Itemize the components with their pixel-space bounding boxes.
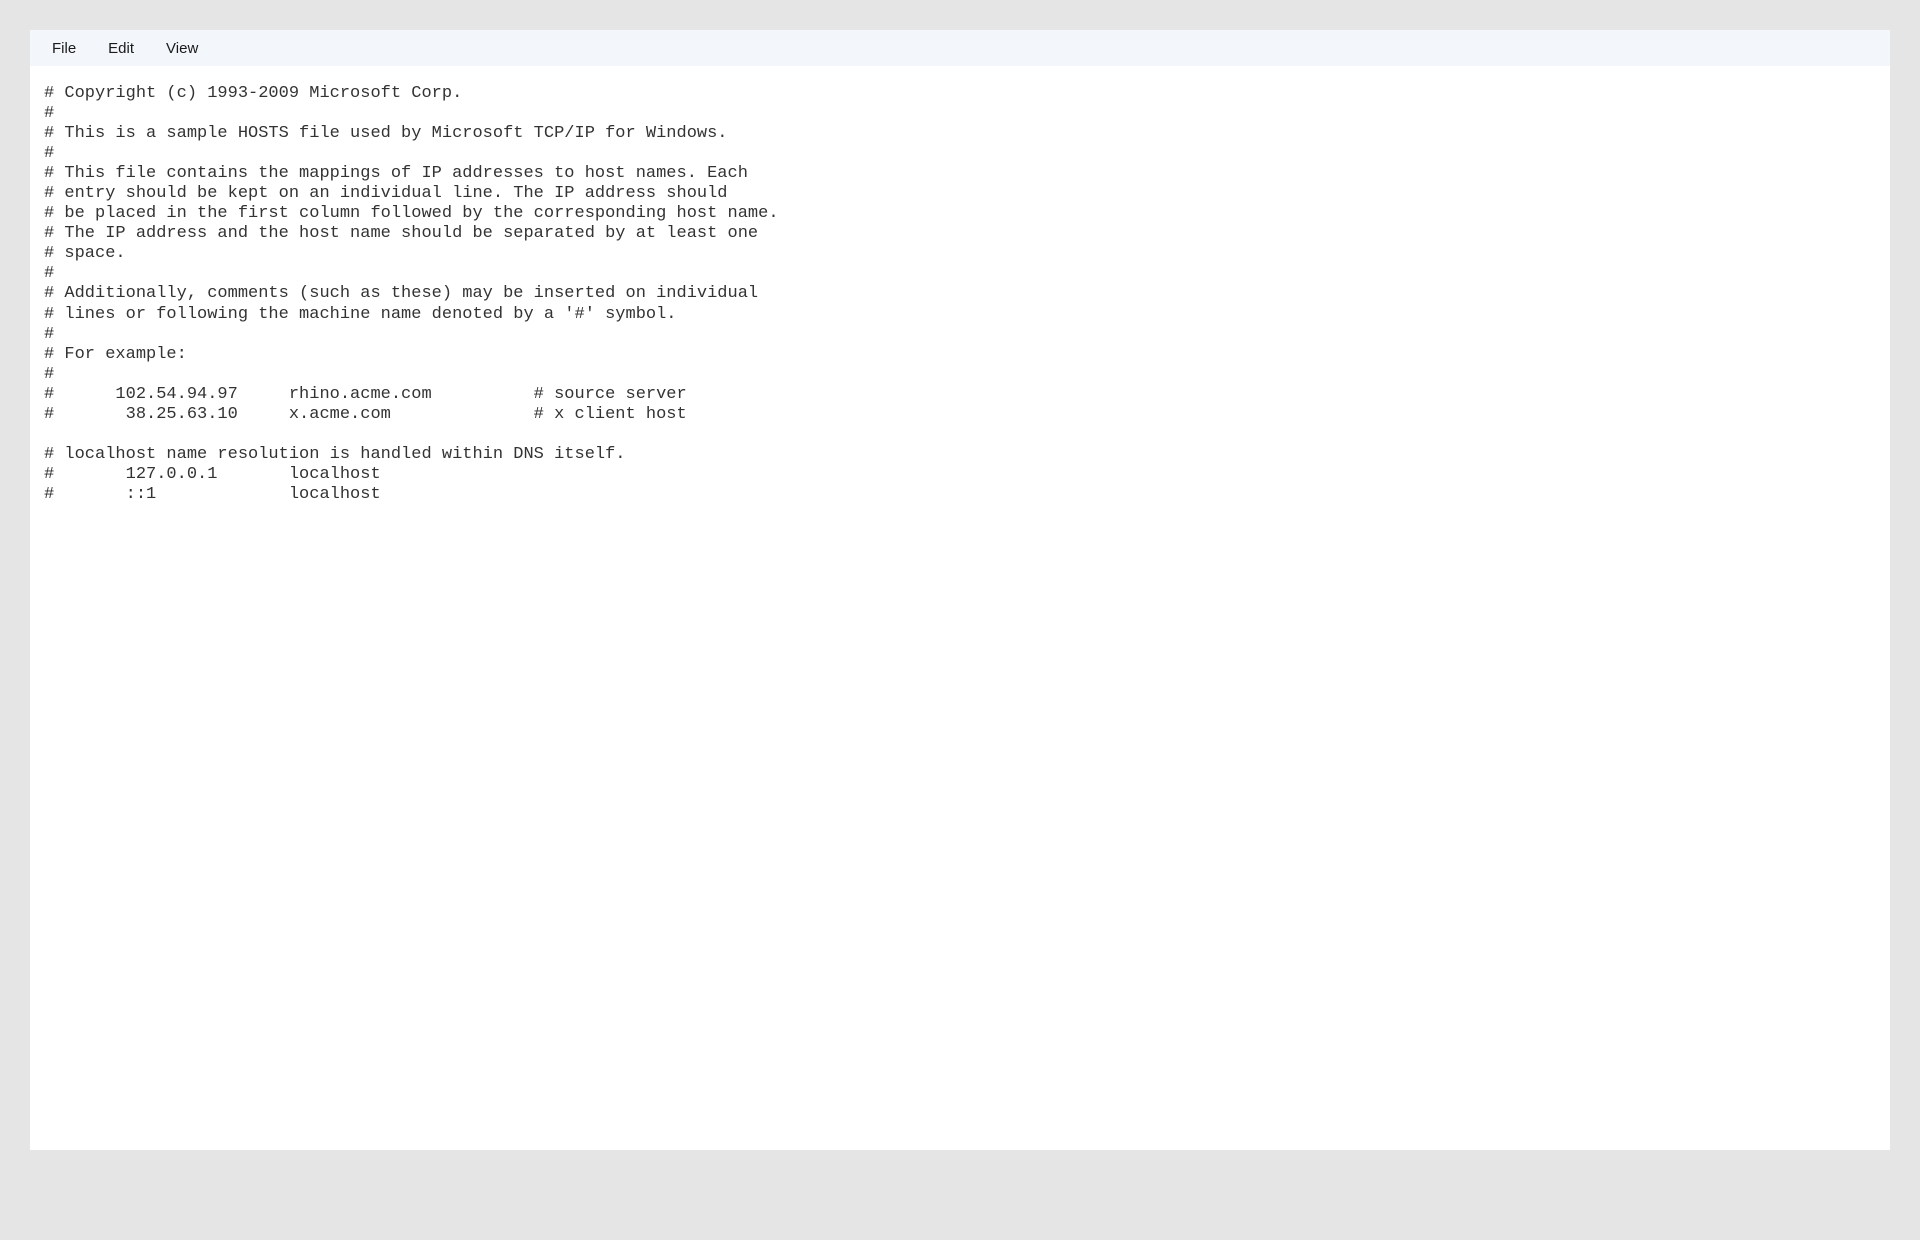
editor-window: File Edit View # Copyright (c) 1993-2009… (30, 30, 1890, 1150)
menu-file[interactable]: File (36, 34, 92, 63)
menu-view[interactable]: View (150, 34, 214, 63)
text-editor-content[interactable]: # Copyright (c) 1993-2009 Microsoft Corp… (30, 66, 1890, 1150)
menu-edit[interactable]: Edit (92, 34, 150, 63)
menu-bar: File Edit View (30, 30, 1890, 66)
